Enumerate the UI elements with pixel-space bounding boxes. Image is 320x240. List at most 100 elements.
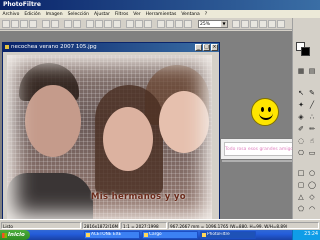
- menu-ayuda[interactable]: ?: [202, 12, 209, 17]
- fill-bucket-icon[interactable]: ◈: [296, 112, 306, 122]
- status-ratio: 1:1 = 2027:1998: [121, 222, 167, 229]
- menu-imagen[interactable]: Imagen: [43, 12, 65, 17]
- menu-herramientas[interactable]: Herramientas: [143, 12, 179, 17]
- resize-icon[interactable]: [144, 20, 152, 28]
- menu-ajustar[interactable]: Ajustar: [92, 12, 113, 17]
- image-canvas[interactable]: Mis hermanos y yo: [7, 55, 212, 222]
- rounded-rect-shape-icon[interactable]: ▢: [296, 180, 306, 190]
- menu-archivo[interactable]: Archivo: [0, 12, 22, 17]
- text-dialog[interactable]: Todo rosa esos grandes amigos...: [220, 138, 302, 160]
- taskbar-button-photofiltre[interactable]: PhotoFiltre: [200, 231, 256, 239]
- start-button[interactable]: Inicio: [0, 230, 30, 240]
- app-icon: [144, 233, 148, 237]
- person-hair-left: [19, 63, 79, 101]
- redo-icon[interactable]: [51, 20, 59, 28]
- toolbar: 25% ▼: [0, 18, 292, 30]
- document-title: necochea verano 2007 105.jpg: [11, 44, 97, 50]
- smiley-mouth: [259, 112, 273, 120]
- new-file-icon[interactable]: [2, 20, 10, 28]
- person-hair-right: [145, 65, 209, 125]
- text-preview[interactable]: Todo rosa esos grandes amigos...: [224, 142, 300, 156]
- zoom-value: 25%: [200, 22, 211, 27]
- fit-window-icon[interactable]: [175, 20, 183, 28]
- maximize-button[interactable]: □: [203, 44, 210, 51]
- triangle-shape-icon[interactable]: △: [296, 192, 306, 202]
- taskbar-button-label: ACETONE EXE: [91, 232, 122, 237]
- rotate-icon[interactable]: [126, 20, 134, 28]
- open-file-icon[interactable]: [11, 20, 19, 28]
- clock[interactable]: 23:24: [304, 232, 318, 237]
- help-icon[interactable]: [277, 20, 285, 28]
- circle-shape-icon[interactable]: ◯: [307, 180, 317, 190]
- brightness-icon[interactable]: [95, 20, 103, 28]
- print-icon[interactable]: [29, 20, 37, 28]
- taskbar: Inicio ACETONE EXE Cargo PhotoFiltre 23:…: [0, 230, 320, 240]
- image-file-icon: [5, 45, 9, 49]
- app-title: PhotoFiltre: [3, 1, 41, 8]
- face-left: [25, 85, 81, 157]
- rectangle-shape-icon[interactable]: □: [296, 168, 306, 178]
- chevron-down-icon[interactable]: ▼: [221, 21, 227, 27]
- menu-filtros[interactable]: Filtros: [112, 12, 130, 17]
- shirt: [7, 173, 93, 222]
- zoom-in-icon[interactable]: [157, 20, 165, 28]
- finger-icon[interactable]: ☝: [307, 136, 317, 146]
- explorer-icon[interactable]: [259, 20, 267, 28]
- face-middle: [103, 107, 153, 171]
- save-icon[interactable]: [20, 20, 28, 28]
- ellipse-shape-icon[interactable]: ○: [307, 168, 317, 178]
- taskbar-button-label: PhotoFiltre: [207, 232, 230, 237]
- text-icon[interactable]: [250, 20, 258, 28]
- taskbar-button-cargo[interactable]: Cargo: [142, 231, 198, 239]
- close-button[interactable]: ×: [211, 44, 218, 51]
- taskbar-button-acetone[interactable]: ACETONE EXE: [84, 231, 140, 239]
- document-window: necochea verano 2007 105.jpg _ □ × Mis h…: [2, 42, 220, 227]
- status-image-size: 2816x1872/16M: [82, 222, 120, 229]
- spray-icon[interactable]: ∴: [307, 112, 317, 122]
- copy-icon[interactable]: [64, 20, 72, 28]
- gradient-icon[interactable]: [241, 20, 249, 28]
- saturation-icon[interactable]: [113, 20, 121, 28]
- image-caption: Mis hermanos y yo: [91, 192, 186, 202]
- clone-stamp-icon[interactable]: ⎔: [296, 148, 306, 158]
- document-title-bar[interactable]: necochea verano 2007 105.jpg _ □ ×: [3, 43, 219, 52]
- eyedropper-icon[interactable]: ✎: [307, 88, 317, 98]
- undo-icon[interactable]: [42, 20, 50, 28]
- pencil-icon[interactable]: ✏: [307, 124, 317, 134]
- zoom-select[interactable]: 25% ▼: [198, 20, 228, 28]
- app-icon: [202, 233, 206, 237]
- contrast-icon[interactable]: [104, 20, 112, 28]
- menu-ventana[interactable]: Ventana: [179, 12, 202, 17]
- menu-edicion[interactable]: Edición: [22, 12, 43, 17]
- person-hair-middle: [95, 85, 163, 195]
- eraser-icon[interactable]: ▭: [307, 148, 317, 158]
- tool-palette: ▦ ▤ ↖ ✎ ✦ ╱ ◈ ∴ ✐ ✏ ◌ ☝ ⎔ ▭ □ ○ ▢ ◯ △ ◇ …: [292, 18, 320, 219]
- foreground-color-swatch[interactable]: [301, 47, 310, 56]
- wand-icon[interactable]: ✦: [296, 100, 306, 110]
- actual-size-icon[interactable]: [184, 20, 192, 28]
- brush-icon[interactable]: ✐: [296, 124, 306, 134]
- flip-icon[interactable]: [135, 20, 143, 28]
- workspace: necochea verano 2007 105.jpg _ □ × Mis h…: [0, 31, 302, 227]
- select-arrow-icon[interactable]: ↖: [296, 88, 306, 98]
- system-tray: 23:24: [292, 230, 320, 240]
- filter-icon[interactable]: [86, 20, 94, 28]
- line-icon[interactable]: ╱: [307, 100, 317, 110]
- palette-grid-icon[interactable]: ▦: [296, 66, 306, 76]
- paste-icon[interactable]: [73, 20, 81, 28]
- app-title-bar[interactable]: PhotoFiltre: [0, 0, 320, 10]
- windows-logo-icon: [2, 232, 7, 238]
- menu-ver[interactable]: Ver: [131, 12, 143, 17]
- preview-icon[interactable]: [232, 20, 240, 28]
- diamond-shape-icon[interactable]: ◇: [307, 192, 317, 202]
- polygon-shape-icon[interactable]: ⬠: [296, 204, 306, 214]
- minimize-button[interactable]: _: [195, 44, 202, 51]
- lasso-shape-icon[interactable]: ◠: [307, 204, 317, 214]
- status-coordinates: 967,2667 mm = 1096,1765 (W=880, H=99, W/…: [168, 222, 319, 229]
- layers-icon[interactable]: [268, 20, 276, 28]
- zoom-out-icon[interactable]: [166, 20, 174, 28]
- photofiltre-window: PhotoFiltre Archivo Edición Imagen Selec…: [0, 0, 320, 230]
- menu-seleccion[interactable]: Selección: [65, 12, 91, 17]
- blur-icon[interactable]: ◌: [296, 136, 306, 146]
- color-picker-icon[interactable]: ▤: [307, 66, 317, 76]
